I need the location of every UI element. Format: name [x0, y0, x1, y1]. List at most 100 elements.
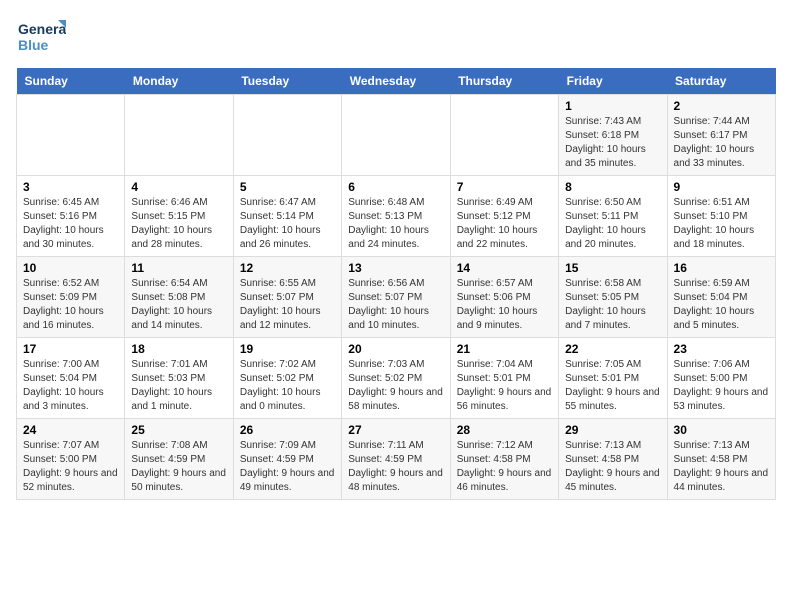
day-number: 29 [565, 423, 660, 437]
day-info: Sunrise: 7:13 AMSunset: 4:58 PMDaylight:… [565, 439, 660, 495]
logo: General Blue [16, 16, 66, 60]
calendar-cell: 4Sunrise: 6:46 AMSunset: 5:15 PMDaylight… [125, 176, 233, 257]
day-number: 4 [131, 180, 226, 194]
day-number: 23 [674, 342, 769, 356]
svg-text:General: General [18, 21, 66, 37]
calendar-week-5: 24 Sunrise: 7:07 AMSunset: 5:00 PMDayligh… [17, 419, 776, 500]
weekday-header-sunday: Sunday [17, 68, 125, 95]
day-number: 25 [131, 423, 226, 437]
calendar-cell: 27Sunrise: 7:11 AMSunset: 4:59 PMDayligh… [342, 419, 450, 500]
day-number: 11 [131, 261, 226, 275]
day-info: Sunrise: 7:00 AMSunset: 5:04 PMDaylight:… [23, 358, 118, 414]
calendar-cell: 12 Sunrise: 6:55 AMSunset: 5:07 PMDayligh… [233, 257, 341, 338]
calendar-cell: 25 Sunrise: 7:08 AMSunset: 4:59 PMDayligh… [125, 419, 233, 500]
day-number: 10 [23, 261, 118, 275]
day-number: 26 [240, 423, 335, 437]
calendar-cell: 17 Sunrise: 7:00 AMSunset: 5:04 PMDayligh… [17, 338, 125, 419]
svg-text:Blue: Blue [18, 37, 49, 53]
calendar-cell: 30 Sunrise: 7:13 AMSunset: 4:58 PMDayligh… [667, 419, 775, 500]
day-number: 24 [23, 423, 118, 437]
day-number: 8 [565, 180, 660, 194]
day-info: Sunrise: 7:43 AMSunset: 6:18 PMDaylight:… [565, 115, 660, 171]
calendar-cell: 8 Sunrise: 6:50 AMSunset: 5:11 PMDaylight… [559, 176, 667, 257]
day-number: 22 [565, 342, 660, 356]
calendar-cell: 28 Sunrise: 7:12 AMSunset: 4:58 PMDayligh… [450, 419, 558, 500]
weekday-header-tuesday: Tuesday [233, 68, 341, 95]
day-info: Sunrise: 7:44 AMSunset: 6:17 PMDaylight:… [674, 115, 769, 171]
day-info: Sunrise: 6:50 AMSunset: 5:11 PMDaylight:… [565, 196, 660, 252]
calendar-cell: 5 Sunrise: 6:47 AMSunset: 5:14 PMDaylight… [233, 176, 341, 257]
day-info: Sunrise: 6:51 AMSunset: 5:10 PMDaylight:… [674, 196, 769, 252]
day-number: 6 [348, 180, 443, 194]
calendar-cell: 18 Sunrise: 7:01 AMSunset: 5:03 PMDayligh… [125, 338, 233, 419]
day-number: 7 [457, 180, 552, 194]
day-info: Sunrise: 6:55 AMSunset: 5:07 PMDaylight:… [240, 277, 335, 333]
day-number: 3 [23, 180, 118, 194]
calendar-cell: 15Sunrise: 6:58 AMSunset: 5:05 PMDayligh… [559, 257, 667, 338]
day-info: Sunrise: 7:01 AMSunset: 5:03 PMDaylight:… [131, 358, 226, 414]
day-info: Sunrise: 6:48 AMSunset: 5:13 PMDaylight:… [348, 196, 443, 252]
calendar-cell: 9 Sunrise: 6:51 AMSunset: 5:10 PMDaylight… [667, 176, 775, 257]
day-info: Sunrise: 7:13 AMSunset: 4:58 PMDaylight:… [674, 439, 769, 495]
logo-svg: General Blue [16, 16, 66, 60]
day-info: Sunrise: 7:07 AMSunset: 5:00 PMDaylight:… [23, 439, 118, 495]
day-number: 18 [131, 342, 226, 356]
calendar-cell: 23 Sunrise: 7:06 AMSunset: 5:00 PMDayligh… [667, 338, 775, 419]
calendar-cell: 2Sunrise: 7:44 AMSunset: 6:17 PMDaylight… [667, 95, 775, 176]
calendar-week-3: 10Sunrise: 6:52 AMSunset: 5:09 PMDayligh… [17, 257, 776, 338]
day-info: Sunrise: 6:45 AMSunset: 5:16 PMDaylight:… [23, 196, 118, 252]
day-number: 13 [348, 261, 443, 275]
calendar-cell: 20 Sunrise: 7:03 AMSunset: 5:02 PMDayligh… [342, 338, 450, 419]
day-info: Sunrise: 7:04 AMSunset: 5:01 PMDaylight:… [457, 358, 552, 414]
calendar-cell: 14 Sunrise: 6:57 AMSunset: 5:06 PMDayligh… [450, 257, 558, 338]
weekday-header-friday: Friday [559, 68, 667, 95]
calendar-table: SundayMondayTuesdayWednesdayThursdayFrid… [16, 68, 776, 500]
day-info: Sunrise: 7:06 AMSunset: 5:00 PMDaylight:… [674, 358, 769, 414]
calendar-cell: 11 Sunrise: 6:54 AMSunset: 5:08 PMDayligh… [125, 257, 233, 338]
calendar-week-4: 17 Sunrise: 7:00 AMSunset: 5:04 PMDayligh… [17, 338, 776, 419]
header: General Blue [16, 16, 776, 60]
calendar-cell: 13 Sunrise: 6:56 AMSunset: 5:07 PMDayligh… [342, 257, 450, 338]
calendar-cell [450, 95, 558, 176]
day-info: Sunrise: 6:57 AMSunset: 5:06 PMDaylight:… [457, 277, 552, 333]
calendar-week-2: 3 Sunrise: 6:45 AMSunset: 5:16 PMDaylight… [17, 176, 776, 257]
day-number: 12 [240, 261, 335, 275]
calendar-cell: 16Sunrise: 6:59 AMSunset: 5:04 PMDayligh… [667, 257, 775, 338]
day-info: Sunrise: 6:56 AMSunset: 5:07 PMDaylight:… [348, 277, 443, 333]
calendar-cell: 24 Sunrise: 7:07 AMSunset: 5:00 PMDayligh… [17, 419, 125, 500]
day-number: 30 [674, 423, 769, 437]
day-info: Sunrise: 6:54 AMSunset: 5:08 PMDaylight:… [131, 277, 226, 333]
day-info: Sunrise: 7:02 AMSunset: 5:02 PMDaylight:… [240, 358, 335, 414]
day-number: 14 [457, 261, 552, 275]
calendar-cell [125, 95, 233, 176]
calendar-cell: 22 Sunrise: 7:05 AMSunset: 5:01 PMDayligh… [559, 338, 667, 419]
day-number: 20 [348, 342, 443, 356]
calendar-cell: 6 Sunrise: 6:48 AMSunset: 5:13 PMDaylight… [342, 176, 450, 257]
day-info: Sunrise: 6:59 AMSunset: 5:04 PMDaylight:… [674, 277, 769, 333]
day-info: Sunrise: 7:05 AMSunset: 5:01 PMDaylight:… [565, 358, 660, 414]
weekday-header-thursday: Thursday [450, 68, 558, 95]
calendar-cell [17, 95, 125, 176]
calendar-cell: 7 Sunrise: 6:49 AMSunset: 5:12 PMDaylight… [450, 176, 558, 257]
weekday-header-saturday: Saturday [667, 68, 775, 95]
day-info: Sunrise: 7:03 AMSunset: 5:02 PMDaylight:… [348, 358, 443, 414]
calendar-cell: 26Sunrise: 7:09 AMSunset: 4:59 PMDayligh… [233, 419, 341, 500]
day-number: 17 [23, 342, 118, 356]
calendar-cell: 29 Sunrise: 7:13 AMSunset: 4:58 PMDayligh… [559, 419, 667, 500]
weekday-header-row: SundayMondayTuesdayWednesdayThursdayFrid… [17, 68, 776, 95]
day-number: 28 [457, 423, 552, 437]
calendar-cell: 19Sunrise: 7:02 AMSunset: 5:02 PMDayligh… [233, 338, 341, 419]
calendar-cell [342, 95, 450, 176]
calendar-week-1: 1Sunrise: 7:43 AMSunset: 6:18 PMDaylight… [17, 95, 776, 176]
day-number: 21 [457, 342, 552, 356]
weekday-header-wednesday: Wednesday [342, 68, 450, 95]
calendar-cell: 3 Sunrise: 6:45 AMSunset: 5:16 PMDaylight… [17, 176, 125, 257]
weekday-header-monday: Monday [125, 68, 233, 95]
day-number: 5 [240, 180, 335, 194]
day-info: Sunrise: 6:47 AMSunset: 5:14 PMDaylight:… [240, 196, 335, 252]
day-info: Sunrise: 6:58 AMSunset: 5:05 PMDaylight:… [565, 277, 660, 333]
day-info: Sunrise: 7:08 AMSunset: 4:59 PMDaylight:… [131, 439, 226, 495]
day-number: 9 [674, 180, 769, 194]
day-info: Sunrise: 7:12 AMSunset: 4:58 PMDaylight:… [457, 439, 552, 495]
day-info: Sunrise: 6:49 AMSunset: 5:12 PMDaylight:… [457, 196, 552, 252]
